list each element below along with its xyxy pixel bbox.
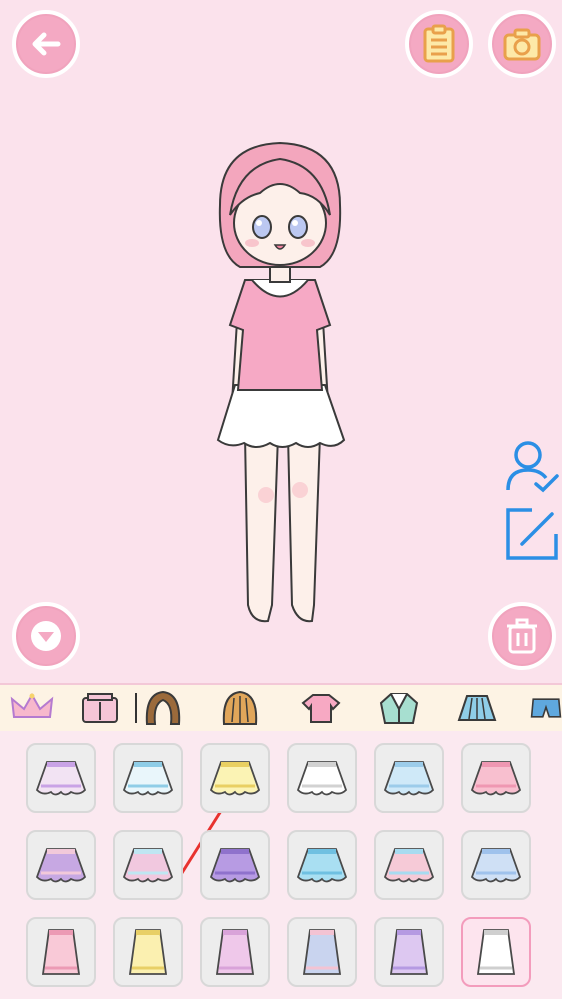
category-tab-bar	[0, 683, 562, 733]
tab-hair-back[interactable]	[218, 689, 262, 727]
skirt-pastel-stripes-long-icon	[302, 929, 342, 975]
edit-icon	[506, 508, 558, 560]
shorts-icon	[530, 698, 562, 718]
tab-wardrobe[interactable]	[78, 689, 122, 727]
tab-jackets[interactable]	[377, 689, 421, 727]
item-tile-skirt-blue-pleated[interactable]	[287, 830, 357, 900]
item-tile-skirt-pink-mermaid[interactable]	[200, 917, 270, 987]
skirt-purple-ruffle-icon	[209, 848, 261, 883]
item-tile-skirt-pink-pocket[interactable]	[374, 830, 444, 900]
camera-button[interactable]	[488, 10, 556, 78]
item-tile-skirt-blue-asymmetric[interactable]	[374, 743, 444, 813]
hair-dark-icon	[145, 690, 181, 725]
doll-character	[216, 141, 346, 623]
item-tile-skirt-pastel-stripes-long[interactable]	[287, 917, 357, 987]
edit-button[interactable]	[502, 504, 560, 562]
hair-light-icon	[222, 690, 258, 725]
skirt-white-midi-icon	[476, 929, 516, 975]
tab-divider	[135, 693, 137, 723]
clipboard-list-icon	[423, 24, 455, 63]
skirt-pink-pocket-icon	[383, 848, 435, 883]
user-check-icon	[506, 441, 559, 493]
skirt-pastel-rainbow-icon	[122, 848, 174, 883]
skirt-icon	[457, 695, 497, 721]
delete-button[interactable]	[488, 602, 556, 670]
jacket-icon	[379, 693, 419, 724]
item-tile-skirt-blue-stars[interactable]	[461, 830, 531, 900]
item-tile-skirt-rainbow-pleated[interactable]	[26, 830, 96, 900]
tab-shorts[interactable]	[530, 689, 562, 727]
chevron-down-icon	[31, 621, 61, 651]
item-tile-skirt-purple-ruffle[interactable]	[200, 830, 270, 900]
item-tile-skirt-white-midi[interactable]	[461, 917, 531, 987]
item-tile-skirt-yellow-buttons[interactable]	[200, 743, 270, 813]
skirt-white-asymmetric-icon	[296, 761, 348, 796]
outfit-list-button[interactable]	[405, 10, 473, 78]
tab-hair-front[interactable]	[141, 689, 185, 727]
item-tile-skirt-pink-plain[interactable]	[461, 743, 531, 813]
skirt-pink-long-icon	[41, 929, 81, 975]
skirt-tutu-lavender-icon	[35, 761, 87, 796]
tab-crown[interactable]	[10, 689, 54, 727]
skirt-blue-asymmetric-icon	[383, 761, 435, 796]
dress-up-stage	[0, 0, 562, 683]
item-tile-skirt-tutu-lavender[interactable]	[26, 743, 96, 813]
crown-icon	[10, 693, 54, 718]
skirt-blue-pleated-icon	[296, 848, 348, 883]
collapse-panel-button[interactable]	[12, 602, 80, 670]
skirt-rainbow-pleated-icon	[35, 848, 87, 883]
profile-button[interactable]	[502, 438, 560, 496]
skirt-white-bows-icon	[122, 761, 174, 796]
back-arrow-icon	[32, 32, 61, 56]
skirt-purple-puff-icon	[389, 929, 429, 975]
skirt-yellow-buttoned-long-icon	[128, 929, 168, 975]
item-tile-skirt-white-asymmetric[interactable]	[287, 743, 357, 813]
item-tile-skirt-purple-puff[interactable]	[374, 917, 444, 987]
item-grid	[0, 731, 562, 999]
item-tile-skirt-pastel-rainbow[interactable]	[113, 830, 183, 900]
wardrobe-icon	[82, 693, 118, 723]
back-button[interactable]	[12, 10, 80, 78]
tab-tops[interactable]	[299, 689, 343, 727]
skirt-pink-plain-icon	[470, 761, 522, 796]
skirt-yellow-buttons-icon	[209, 761, 261, 796]
item-tile-skirt-white-bows[interactable]	[113, 743, 183, 813]
item-tile-skirt-yellow-buttoned-long[interactable]	[113, 917, 183, 987]
shirt-icon	[301, 694, 341, 723]
item-tile-skirt-pink-long[interactable]	[26, 917, 96, 987]
skirt-blue-stars-icon	[470, 848, 522, 883]
skirt-pink-mermaid-icon	[215, 929, 255, 975]
tab-skirts[interactable]	[455, 689, 499, 727]
trash-icon	[507, 618, 537, 654]
camera-icon	[503, 28, 541, 61]
